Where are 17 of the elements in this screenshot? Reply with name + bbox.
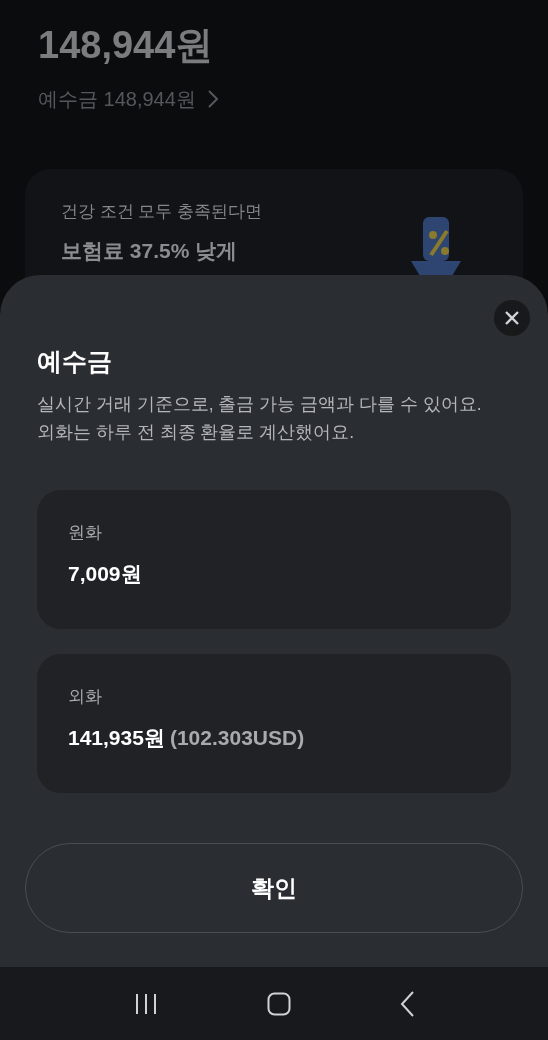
foreign-amount: (102.303USD) [169, 725, 305, 751]
back-icon[interactable] [399, 990, 414, 1017]
sheet-title: 예수금 [37, 346, 113, 377]
currency-label: 원화 [68, 522, 103, 544]
amount-value: 7,009원 [68, 561, 142, 587]
banner-title: 보험료 37.5% 낮게 [61, 237, 239, 264]
close-icon [505, 311, 519, 325]
close-button[interactable] [494, 300, 530, 336]
chevron-right-icon [207, 90, 218, 108]
description-text: 외화는 하루 전 최종 환율로 계산했어요. [37, 421, 356, 444]
banner-subtitle: 건강 조건 모두 충족된다면 [61, 201, 263, 223]
amount-value: 141,935원 [68, 725, 165, 751]
description-text: 실시간 거래 기준으로, 출금 가능 금액과 다를 수 있어요. [37, 393, 483, 416]
home-icon[interactable] [267, 991, 291, 1016]
currency-label: 외화 [68, 686, 103, 708]
total-balance: 148,944원 [38, 23, 215, 68]
recent-apps-icon[interactable] [134, 991, 159, 1016]
